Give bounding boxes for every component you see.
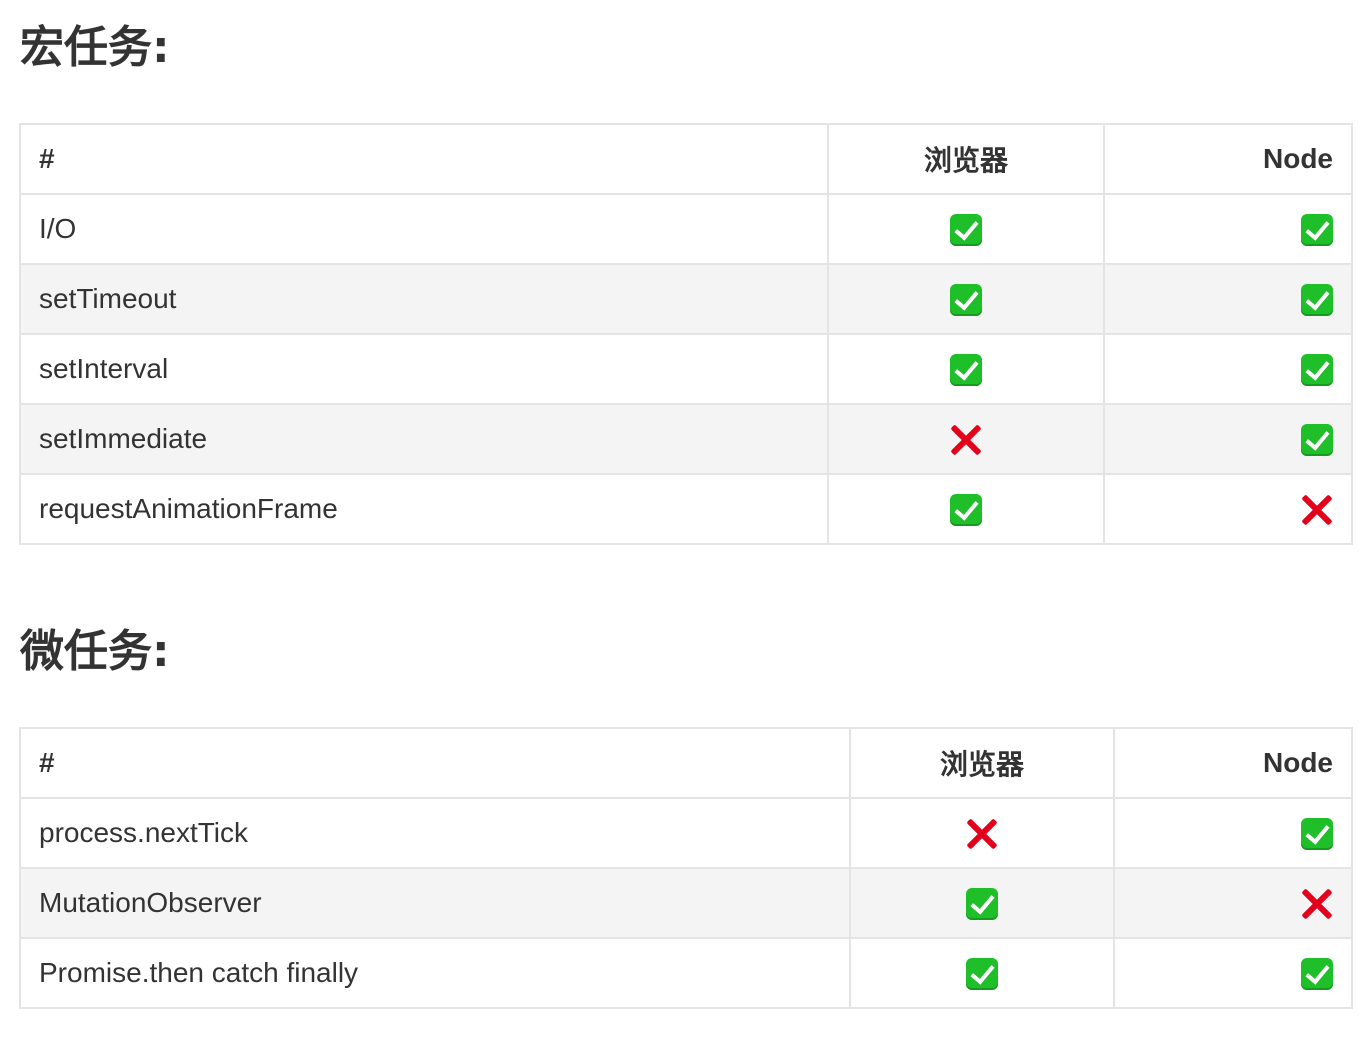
api-name: Promise.then catch finally — [19, 937, 851, 1009]
micro-tasks-table: # 浏览器 Node process.nextTick MutationObse… — [19, 727, 1353, 1009]
cross-mark-icon — [1301, 494, 1333, 526]
column-header-name: # — [19, 727, 851, 799]
table-row: setImmediate — [19, 403, 1353, 475]
check-mark-icon — [1301, 423, 1333, 456]
cross-mark-icon — [966, 818, 998, 850]
api-name: setImmediate — [19, 403, 829, 475]
micro-tasks-title: 微任务: — [20, 626, 170, 677]
check-mark-icon — [1301, 957, 1333, 990]
column-header-node: Node — [1113, 727, 1353, 799]
table-row: requestAnimationFrame — [19, 473, 1353, 545]
table-row: Promise.then catch finally — [19, 937, 1353, 1009]
check-mark-icon — [1301, 283, 1333, 316]
api-name: process.nextTick — [19, 797, 851, 869]
check-mark-icon — [950, 283, 982, 316]
table-row: I/O — [19, 193, 1353, 265]
check-mark-icon — [966, 887, 998, 920]
table-header-row: # 浏览器 Node — [19, 123, 1353, 195]
macro-tasks-title: 宏任务: — [20, 22, 170, 73]
table-header-row: # 浏览器 Node — [19, 727, 1353, 799]
cross-mark-icon — [950, 424, 982, 456]
macro-tasks-table: # 浏览器 Node I/O setTimeout setInterval se… — [19, 123, 1353, 545]
check-mark-icon — [1301, 817, 1333, 850]
check-mark-icon — [950, 353, 982, 386]
column-header-node: Node — [1103, 123, 1353, 195]
check-mark-icon — [950, 213, 982, 246]
column-header-browser: 浏览器 — [849, 727, 1115, 799]
api-name: setTimeout — [19, 263, 829, 335]
column-header-name: # — [19, 123, 829, 195]
table-row: setTimeout — [19, 263, 1353, 335]
table-row: MutationObserver — [19, 867, 1353, 939]
api-name: requestAnimationFrame — [19, 473, 829, 545]
cross-mark-icon — [1301, 888, 1333, 920]
api-name: setInterval — [19, 333, 829, 405]
api-name: I/O — [19, 193, 829, 265]
check-mark-icon — [950, 493, 982, 526]
check-mark-icon — [966, 957, 998, 990]
check-mark-icon — [1301, 213, 1333, 246]
table-row: process.nextTick — [19, 797, 1353, 869]
table-row: setInterval — [19, 333, 1353, 405]
check-mark-icon — [1301, 353, 1333, 386]
column-header-browser: 浏览器 — [827, 123, 1105, 195]
api-name: MutationObserver — [19, 867, 851, 939]
